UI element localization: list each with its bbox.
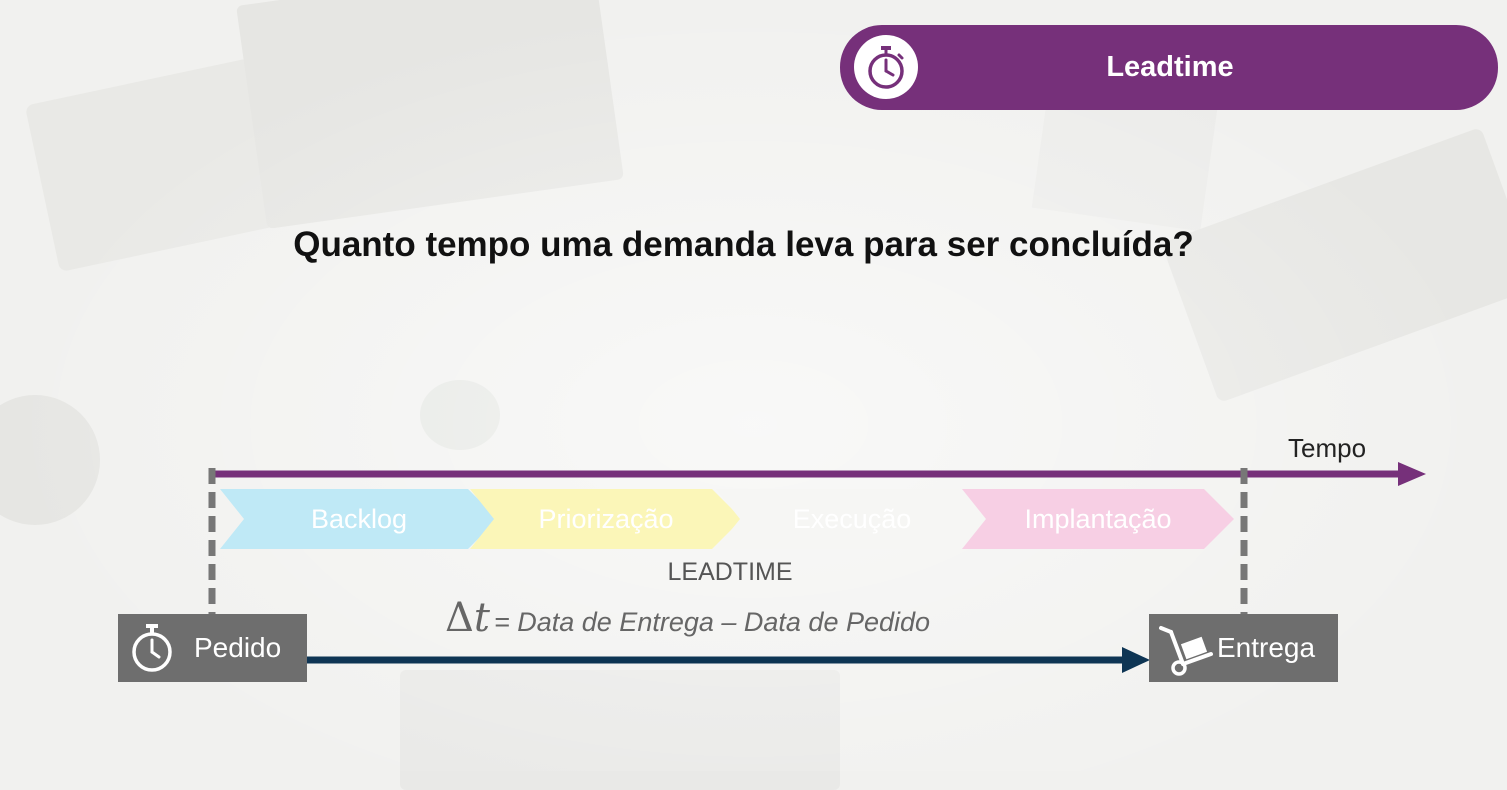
stage-implantacao: Implantação [962, 489, 1234, 549]
time-axis-arrowhead [1398, 462, 1426, 486]
hand-truck-icon [1159, 626, 1213, 676]
stage-execucao: Execução [716, 489, 988, 549]
leadtime-arrowhead [1122, 647, 1150, 673]
leadtime-formula: Δt = Data de Entrega – Data de Pedido [445, 595, 930, 641]
stage-label: Execução [792, 504, 912, 534]
time-axis-label: Tempo [1288, 433, 1367, 463]
stage-backlog: Backlog [220, 489, 498, 549]
stage-priorizacao: Priorização [470, 489, 742, 549]
entrega-label: Entrega [1217, 632, 1316, 663]
formula-expression: = Data de Entrega – Data de Pedido [493, 607, 931, 637]
stopwatch-icon [132, 624, 172, 672]
stage-label: Backlog [310, 504, 408, 534]
stage-label: Priorização [538, 504, 674, 534]
stage-label: Implantação [1024, 504, 1172, 534]
leadtime-label: LEADTIME [667, 558, 793, 586]
entrega-box: Entrega [1149, 614, 1338, 682]
formula-delta: Δ [445, 595, 474, 641]
formula-variable: t [473, 595, 490, 641]
pedido-box: Pedido [118, 614, 307, 682]
pedido-label: Pedido [194, 632, 282, 663]
